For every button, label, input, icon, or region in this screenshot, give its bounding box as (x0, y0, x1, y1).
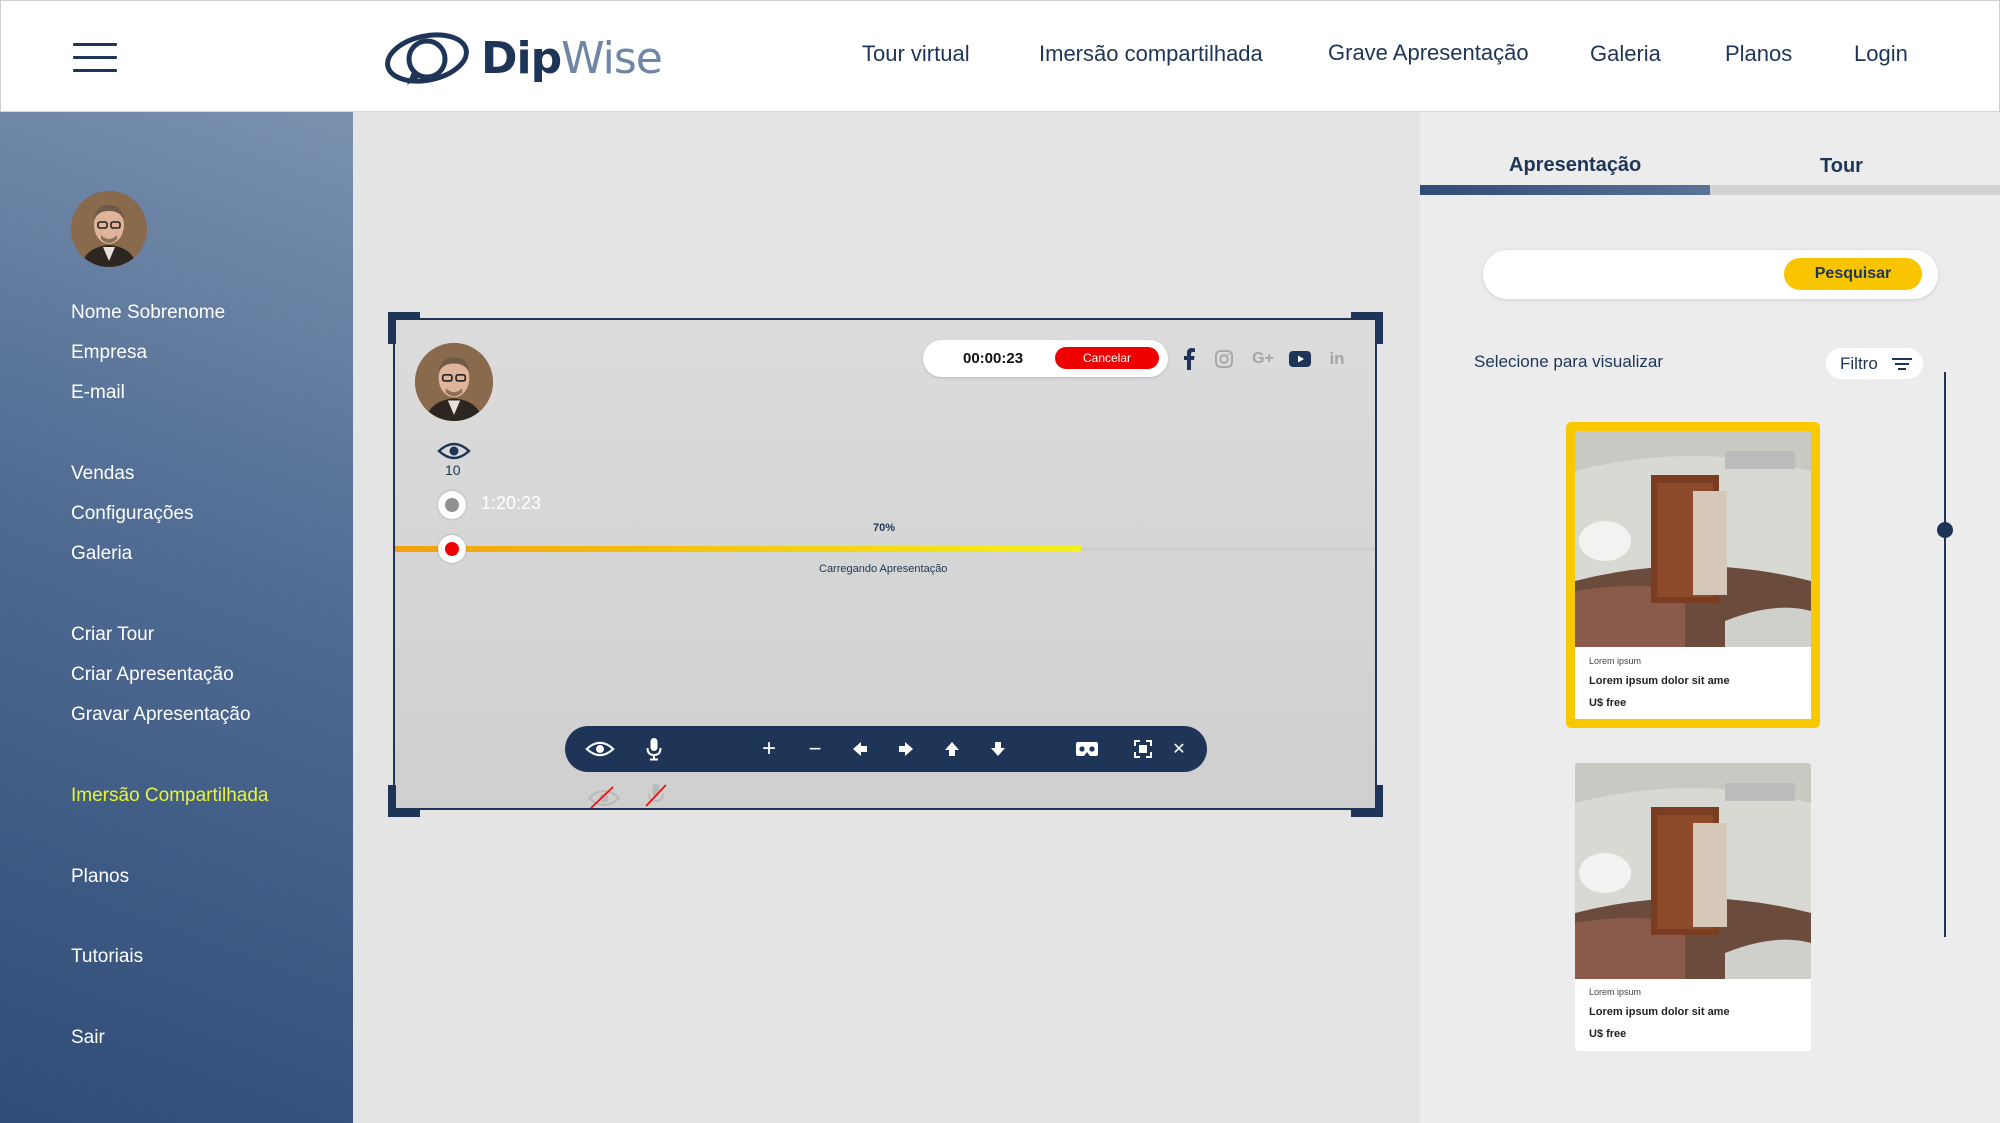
sidebar-user-name: Nome Sobrenome (71, 302, 226, 323)
sidebar-item-galeria[interactable]: Galeria (71, 543, 132, 565)
loading-text: Carregando Apresentação (819, 563, 948, 575)
logo-text: DipWise (481, 32, 663, 84)
eye-icon[interactable] (585, 734, 615, 764)
progress-percent: 70% (873, 522, 896, 534)
nav-login[interactable]: Login (1854, 41, 1908, 67)
tab-apresentacao[interactable]: Apresentação (1509, 154, 1641, 177)
sidebar-item-vendas[interactable]: Vendas (71, 463, 134, 485)
avatar-portrait (71, 191, 147, 267)
presenter-avatar (415, 343, 493, 421)
nav-grave-apresentacao[interactable]: Grave Apresentação (1328, 40, 1529, 66)
nav-planos[interactable]: Planos (1725, 41, 1792, 67)
sidebar-item-gravar-apresentacao[interactable]: Gravar Apresentação (71, 704, 251, 726)
sidebar: Nome Sobrenome Empresa E-mail Vendas Con… (0, 112, 353, 1123)
progress-handle[interactable] (438, 535, 466, 563)
filter-icon (1892, 358, 1912, 370)
sidebar-email: E-mail (71, 382, 125, 403)
presenter-portrait (415, 343, 493, 421)
top-navbar: DipWise Tour virtual Imersão compartilha… (0, 0, 2000, 112)
hamburger-menu-icon[interactable] (73, 43, 117, 73)
cancel-recording-button[interactable]: Cancelar (1055, 347, 1159, 369)
logo-icon (385, 32, 469, 85)
plus-icon[interactable]: + (754, 734, 784, 764)
card-price: U$ free (1589, 697, 1627, 709)
viewers-count: 10 (445, 462, 461, 478)
scrollbar-track[interactable] (1944, 372, 1946, 937)
tab-active-indicator (1420, 185, 1710, 195)
close-icon[interactable]: ✕ (1164, 734, 1194, 764)
filter-button[interactable]: Filtro (1826, 348, 1923, 379)
frame-corner-top-right (1351, 312, 1383, 344)
microphone-icon[interactable] (639, 734, 669, 764)
card-price: U$ free (1589, 1028, 1627, 1040)
facebook-icon[interactable] (1177, 347, 1201, 371)
viewer-toolbar: + − ✕ (565, 726, 1207, 772)
brand-logo[interactable]: DipWise (383, 23, 663, 93)
frame-corner-bottom-right (1351, 785, 1383, 817)
fullscreen-icon[interactable] (1128, 734, 1158, 764)
search-button[interactable]: Pesquisar (1784, 258, 1922, 290)
youtube-icon[interactable] (1288, 347, 1312, 371)
search-input[interactable] (1503, 260, 1783, 289)
sidebar-item-imersao-compartilhada[interactable]: Imersão Compartilhada (71, 785, 268, 807)
card-category: Lorem ipsum (1589, 987, 1642, 997)
frame-corner-top-left (388, 312, 420, 344)
logo-text-dip: Dip (481, 32, 562, 84)
arrow-left-icon[interactable] (845, 734, 875, 764)
presentation-card[interactable]: Lorem ipsum Lorem ipsum dolor sit ame U$… (1575, 763, 1811, 1051)
sidebar-company: Empresa (71, 342, 148, 363)
sidebar-item-criar-apresentacao[interactable]: Criar Apresentação (71, 664, 234, 686)
instagram-icon[interactable] (1212, 347, 1236, 371)
recording-timer-pill: 00:00:23 Cancelar (923, 340, 1168, 377)
nav-galeria[interactable]: Galeria (1590, 41, 1661, 67)
select-label: Selecione para visualizar (1474, 352, 1663, 371)
frame-corner-bottom-left (388, 785, 420, 817)
minus-icon[interactable]: − (800, 734, 830, 764)
progress-fill (395, 546, 1081, 552)
sidebar-item-tutoriais[interactable]: Tutoriais (71, 946, 143, 968)
sidebar-item-criar-tour[interactable]: Criar Tour (71, 624, 154, 646)
card-title: Lorem ipsum dolor sit ame (1589, 675, 1730, 687)
arrow-right-icon[interactable] (891, 734, 921, 764)
sidebar-item-configuracoes[interactable]: Configurações (71, 503, 194, 525)
linkedin-icon[interactable]: in (1325, 347, 1349, 371)
duration-indicator (438, 491, 466, 519)
google-plus-icon[interactable]: G+ (1250, 347, 1276, 371)
nav-tour-virtual[interactable]: Tour virtual (862, 41, 970, 67)
room-thumbnail (1575, 763, 1811, 979)
room-thumbnail (1575, 431, 1811, 647)
vr-glasses-icon[interactable] (1072, 734, 1102, 764)
arrow-down-icon[interactable] (983, 734, 1013, 764)
duration-text: 1:20:23 (481, 493, 542, 513)
sidebar-item-sair[interactable]: Sair (71, 1027, 105, 1049)
microphone-disabled-icon[interactable] (644, 782, 668, 808)
logo-text-wise: Wise (561, 32, 663, 84)
tab-tour[interactable]: Tour (1820, 155, 1863, 178)
eye-disabled-icon[interactable] (587, 784, 621, 808)
sidebar-item-planos[interactable]: Planos (71, 866, 129, 888)
recording-timer: 00:00:23 (963, 350, 1024, 367)
scrollbar-thumb[interactable] (1937, 522, 1953, 538)
filter-label: Filtro (1840, 354, 1878, 373)
viewers-eye-icon (437, 442, 471, 460)
presentation-card[interactable]: Lorem ipsum Lorem ipsum dolor sit ame U$… (1566, 422, 1820, 728)
nav-imersao-compartilhada[interactable]: Imersão compartilhada (1039, 41, 1263, 67)
card-title: Lorem ipsum dolor sit ame (1589, 1006, 1730, 1018)
user-avatar[interactable] (71, 191, 147, 267)
card-category: Lorem ipsum (1589, 656, 1642, 666)
arrow-up-icon[interactable] (937, 734, 967, 764)
